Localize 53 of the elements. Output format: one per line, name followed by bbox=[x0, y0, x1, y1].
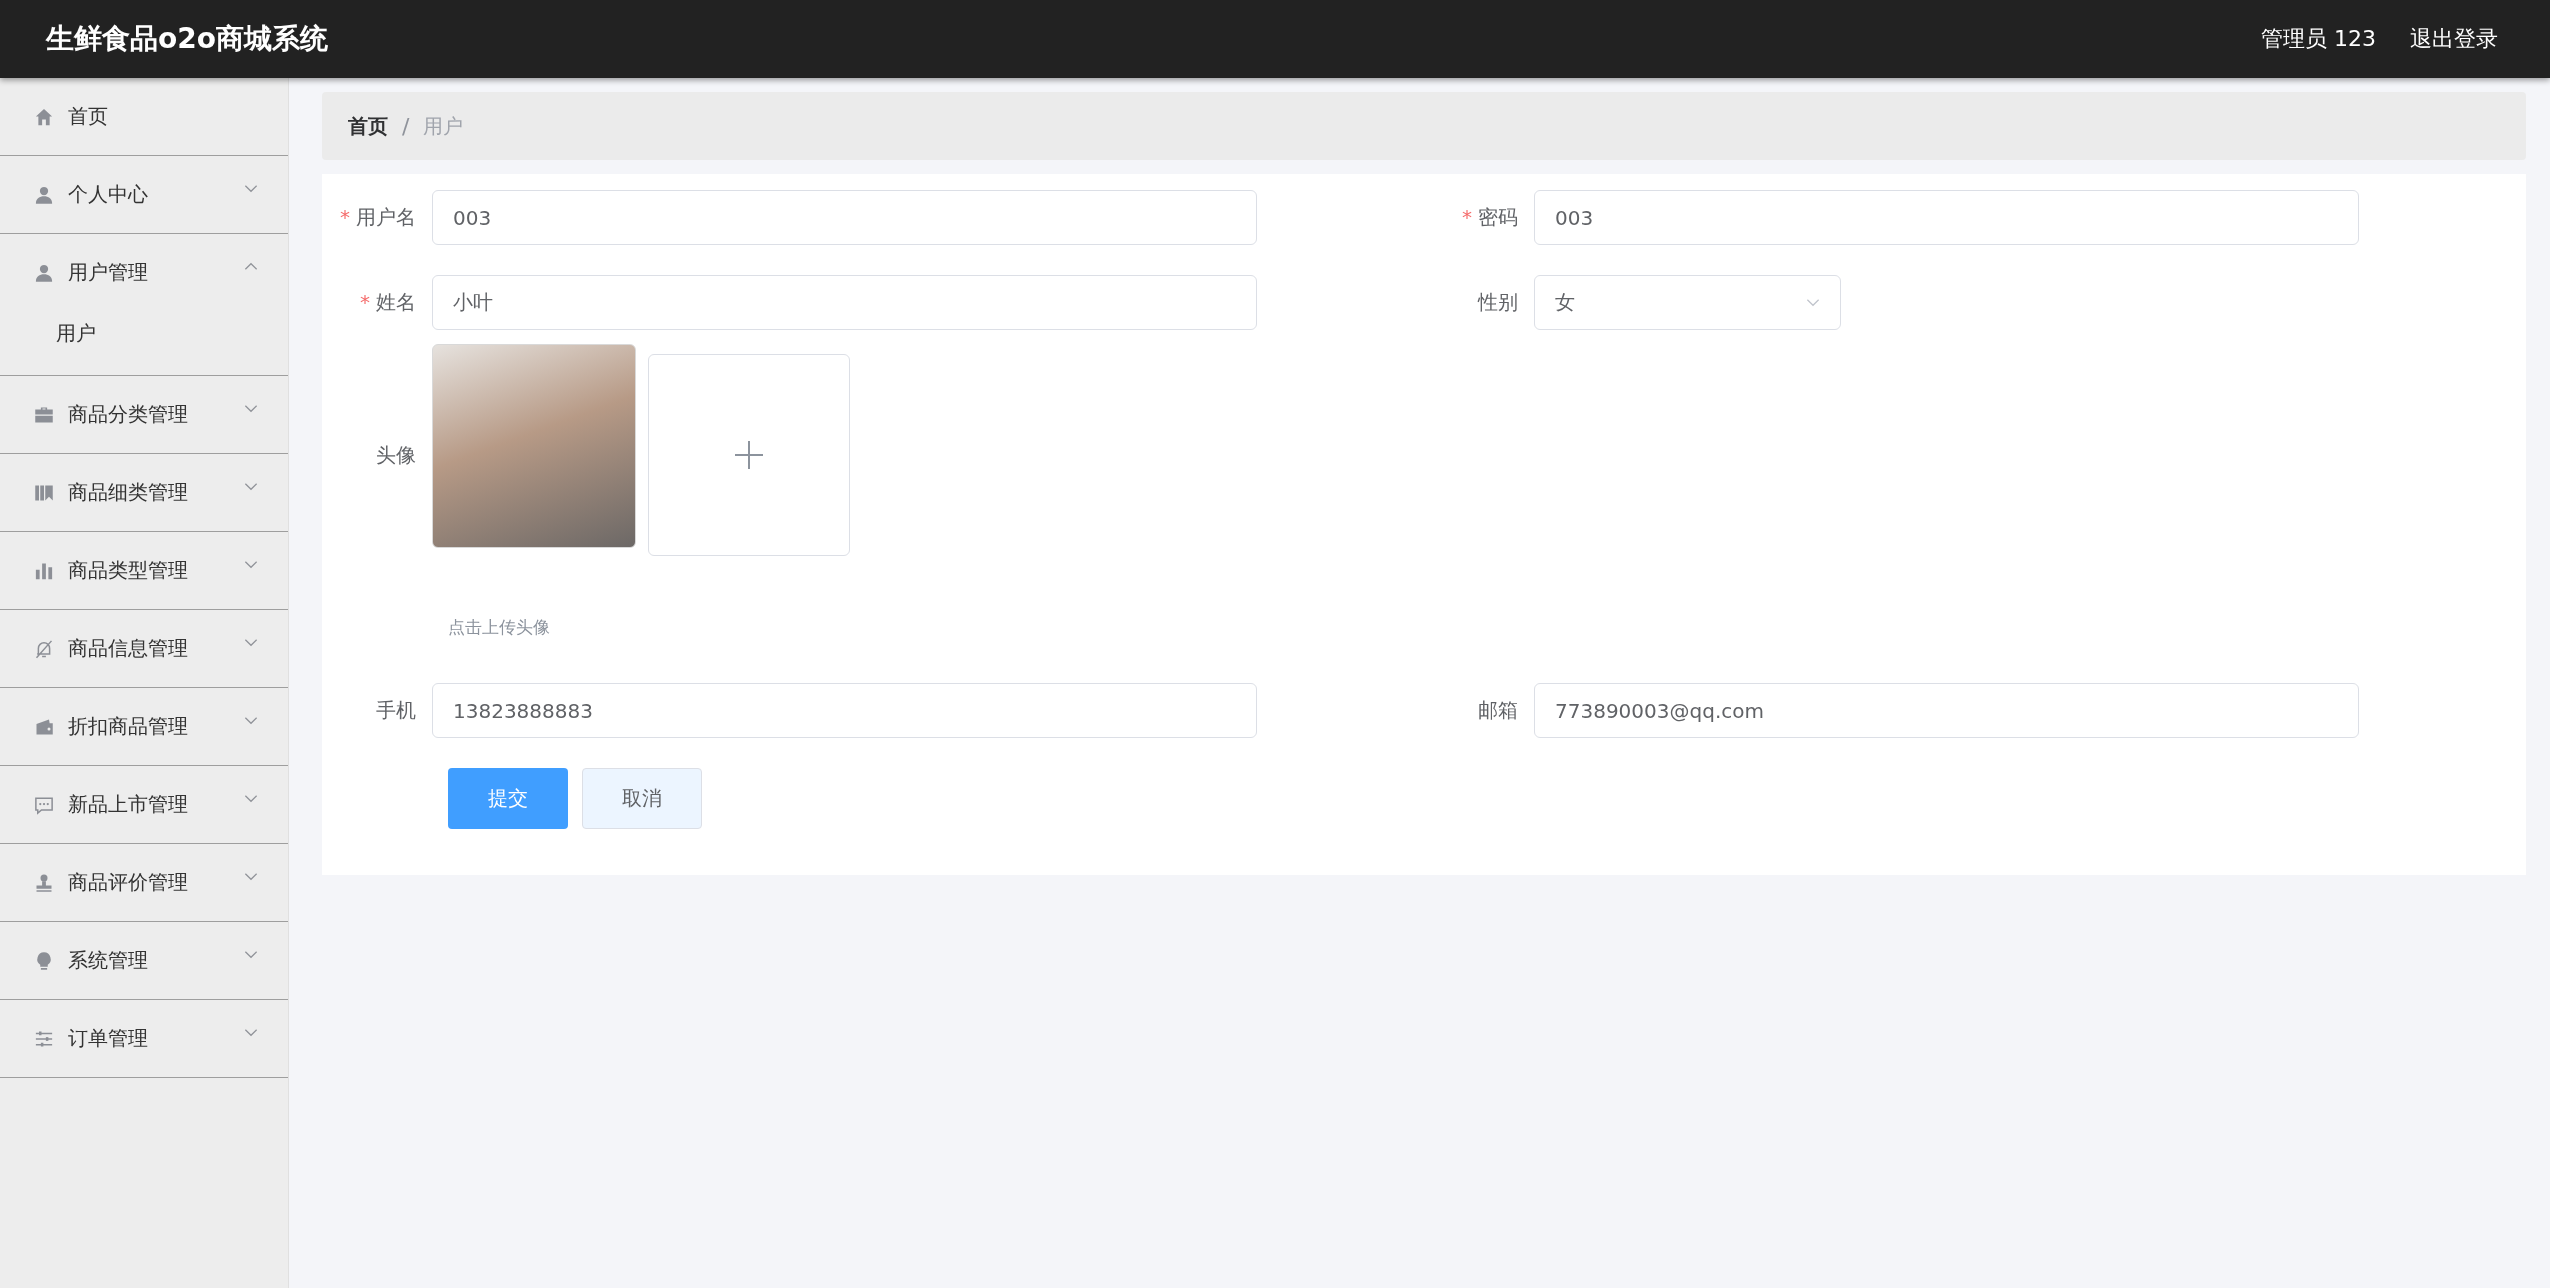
bell-off-icon bbox=[34, 638, 54, 659]
chevron-icon bbox=[244, 794, 258, 803]
breadcrumb-item: 用户 bbox=[423, 112, 464, 140]
field-label: * 密码 bbox=[1461, 204, 1519, 231]
field-label: 邮箱 bbox=[1477, 697, 1519, 724]
gender-select[interactable]: 女 bbox=[1534, 275, 1841, 330]
app-title: 生鲜食品o2o商城系统 bbox=[46, 21, 328, 57]
chevron-icon bbox=[244, 716, 258, 725]
chevron-icon bbox=[244, 950, 258, 959]
field-label: 性别 bbox=[1476, 289, 1519, 316]
chevron-icon bbox=[244, 1028, 258, 1037]
field-label: 头像 bbox=[375, 441, 417, 469]
sidebar-item[interactable]: 新品上市管理 bbox=[0, 766, 288, 843]
logout-link[interactable]: 退出登录 bbox=[2410, 24, 2498, 54]
sidebar-item[interactable]: 商品分类管理 bbox=[0, 376, 288, 453]
sidebar-item[interactable]: 商品类型管理 bbox=[0, 532, 288, 609]
sidebar-item[interactable]: 订单管理 bbox=[0, 1000, 288, 1077]
input-field[interactable]: 小叶 bbox=[432, 275, 1257, 330]
upload-box[interactable] bbox=[648, 354, 850, 556]
breadcrumb-separator: / bbox=[402, 113, 410, 139]
input-field[interactable]: 003 bbox=[432, 190, 1257, 245]
chevron-icon bbox=[244, 560, 258, 569]
chevron-icon bbox=[244, 262, 258, 271]
sidebar-item[interactable]: 商品细类管理 bbox=[0, 454, 288, 531]
home-icon bbox=[34, 106, 54, 127]
sidebar-item[interactable]: 个人中心 bbox=[0, 156, 288, 233]
input-field[interactable]: 13823888883 bbox=[432, 683, 1257, 738]
chevron-icon bbox=[244, 638, 258, 647]
input-field[interactable]: 003 bbox=[1534, 190, 2359, 245]
lightbulb-icon bbox=[34, 950, 54, 971]
field-label: * 用户名 bbox=[339, 204, 417, 231]
person-icon bbox=[34, 262, 54, 283]
sidebar-item[interactable]: 商品评价管理 bbox=[0, 844, 288, 921]
sidebar-item[interactable]: 系统管理 bbox=[0, 922, 288, 999]
sidebar-item[interactable]: 首页 bbox=[0, 78, 288, 155]
plus-icon bbox=[734, 440, 764, 470]
admin-name: 管理员 123 bbox=[2261, 25, 2376, 53]
field-label: * 姓名 bbox=[359, 289, 417, 316]
chevron-icon bbox=[244, 482, 258, 491]
stamp-icon bbox=[34, 872, 54, 893]
input-field[interactable]: 773890003@qq.com bbox=[1534, 683, 2359, 738]
chat-bubble-icon bbox=[34, 794, 54, 815]
breadcrumb-item[interactable]: 首页 bbox=[348, 112, 388, 140]
sidebar-item[interactable]: 商品信息管理 bbox=[0, 610, 288, 687]
chevron-icon bbox=[244, 404, 258, 413]
field-label: 手机 bbox=[375, 697, 417, 724]
cancel-button[interactable]: 取消 bbox=[582, 768, 702, 829]
upload-hint: 点击上传头像 bbox=[448, 616, 551, 639]
sidebar-item[interactable]: 折扣商品管理 bbox=[0, 688, 288, 765]
chevron-icon bbox=[244, 184, 258, 193]
chevron-icon bbox=[244, 872, 258, 881]
chevron-icon bbox=[1806, 298, 1820, 307]
person-icon bbox=[34, 184, 54, 205]
